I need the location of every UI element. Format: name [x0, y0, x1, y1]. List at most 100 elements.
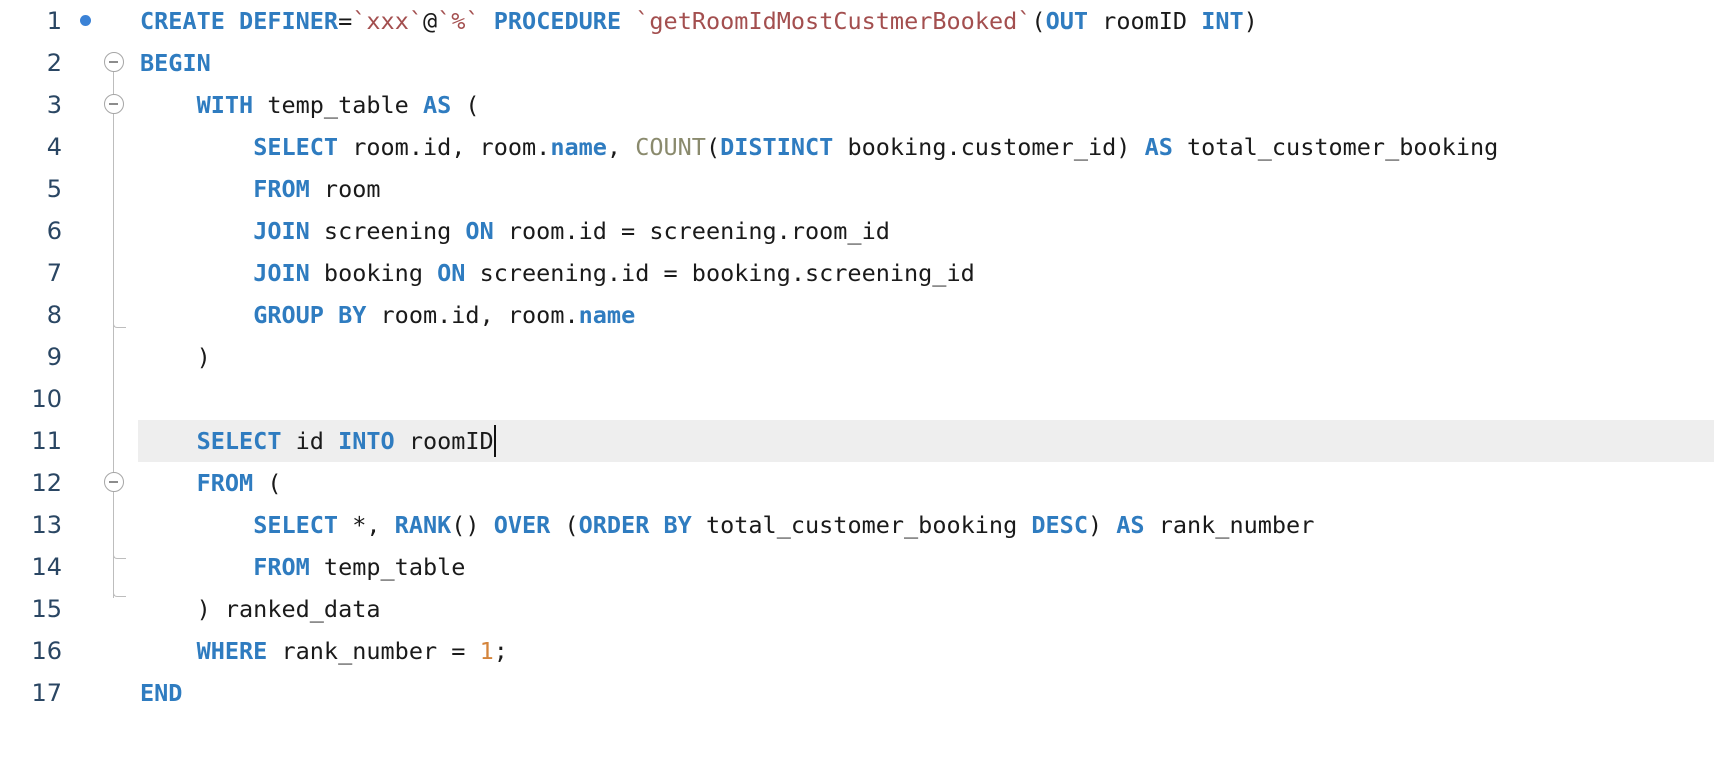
code-token-kw: DESC	[1031, 511, 1088, 539]
code-line[interactable]: 13 SELECT *, RANK() OVER (ORDER BY total…	[0, 504, 1714, 546]
code-line[interactable]: 10	[0, 378, 1714, 420]
code-token-str: `%`	[437, 7, 480, 35]
code-token-prop: name	[550, 133, 607, 161]
line-number[interactable]: 10	[0, 378, 62, 420]
line-number[interactable]: 16	[0, 630, 62, 672]
code-token-plain: roomID	[394, 427, 494, 455]
line-number[interactable]: 7	[0, 252, 62, 294]
code-token-kw: OUT	[1045, 7, 1089, 35]
code-line[interactable]: 16 WHERE rank_number = 1;	[0, 630, 1714, 672]
code-text[interactable]: SELECT id INTO roomID	[138, 420, 1714, 462]
code-token-plain: id	[281, 427, 339, 455]
code-text[interactable]	[138, 378, 1714, 420]
code-line[interactable]: 4 SELECT room.id, room.name, COUNT(DISTI…	[0, 126, 1714, 168]
line-number[interactable]: 15	[0, 588, 62, 630]
code-line[interactable]: 11 SELECT id INTO roomID	[0, 420, 1714, 462]
code-text[interactable]: JOIN screening ON room.id = screening.ro…	[138, 210, 1714, 252]
line-number[interactable]: 5	[0, 168, 62, 210]
line-number[interactable]: 12	[0, 462, 62, 504]
line-number[interactable]: 13	[0, 504, 62, 546]
code-text[interactable]: END	[138, 672, 1714, 714]
code-token-kw: ON	[465, 217, 494, 245]
code-token-kw: DISTINCT	[720, 133, 834, 161]
code-text[interactable]: BEGIN	[138, 42, 1714, 84]
code-line[interactable]: 1 CREATE DEFINER=`xxx`@`%` PROCEDURE `get…	[0, 0, 1714, 42]
line-number[interactable]: 3	[0, 84, 62, 126]
code-text[interactable]: WITH temp_table AS (	[138, 84, 1714, 126]
code-token-plain: room.id, room.	[366, 301, 579, 329]
code-line[interactable]: 15 ) ranked_data	[0, 588, 1714, 630]
code-text[interactable]: CREATE DEFINER=`xxx`@`%` PROCEDURE `getR…	[138, 0, 1714, 42]
code-text[interactable]: SELECT *, RANK() OVER (ORDER BY total_cu…	[138, 504, 1714, 546]
code-token-plain: )	[1243, 7, 1258, 35]
line-number[interactable]: 17	[0, 672, 62, 714]
code-token-fn: COUNT	[635, 133, 706, 161]
code-line[interactable]: 7 JOIN booking ON screening.id = booking…	[0, 252, 1714, 294]
line-number[interactable]: 9	[0, 336, 62, 378]
code-token-plain: (	[1031, 7, 1046, 35]
code-line[interactable]: 9 )	[0, 336, 1714, 378]
line-number[interactable]: 14	[0, 546, 62, 588]
code-text[interactable]: )	[138, 336, 1714, 378]
code-token-plain: ()	[451, 511, 494, 539]
code-line[interactable]: 5 FROM room	[0, 168, 1714, 210]
code-line[interactable]: 2 BEGIN	[0, 42, 1714, 84]
fold-collapse-icon[interactable]	[104, 94, 124, 114]
code-text[interactable]: SELECT room.id, room.name, COUNT(DISTINC…	[138, 126, 1714, 168]
breakpoint-icon[interactable]	[80, 15, 91, 26]
code-token-kw: ON	[437, 259, 466, 287]
code-line[interactable]: 3 WITH temp_table AS (	[0, 84, 1714, 126]
code-token-num: 1	[479, 637, 494, 665]
code-token-plain: ;	[493, 637, 508, 665]
code-token-plain: ) ranked_data	[140, 595, 381, 623]
code-token-plain: total_customer_booking	[691, 511, 1032, 539]
code-line[interactable]: 12 FROM (	[0, 462, 1714, 504]
code-token-str: `xxx`	[352, 7, 423, 35]
code-token-plain: temp_table	[253, 91, 423, 119]
line-number[interactable]: 1	[0, 0, 62, 42]
code-text[interactable]: FROM (	[138, 462, 1714, 504]
code-text[interactable]: JOIN booking ON screening.id = booking.s…	[138, 252, 1714, 294]
code-token-plain: booking.customer_id)	[833, 133, 1145, 161]
code-token-kw: AS	[1116, 511, 1145, 539]
code-text[interactable]: GROUP BY room.id, room.name	[138, 294, 1714, 336]
code-token-kw: FROM	[253, 553, 310, 581]
code-line[interactable]: 17 END	[0, 672, 1714, 714]
code-text[interactable]: FROM room	[138, 168, 1714, 210]
line-number[interactable]: 2	[0, 42, 62, 84]
line-number[interactable]: 8	[0, 294, 62, 336]
code-token-plain: screening	[309, 217, 466, 245]
code-token-kw: FROM	[196, 469, 254, 497]
code-token-plain: total_customer_booking	[1172, 133, 1499, 161]
code-token-plain: room.id = screening.room_id	[493, 217, 890, 245]
fold-collapse-icon[interactable]	[104, 472, 124, 492]
code-text[interactable]: FROM temp_table	[138, 546, 1714, 588]
line-number[interactable]: 4	[0, 126, 62, 168]
line-number[interactable]: 11	[0, 420, 62, 462]
fold-collapse-icon[interactable]	[104, 52, 124, 72]
code-token-kw: OVER	[493, 511, 551, 539]
code-token-kw: SELECT	[253, 133, 339, 161]
code-editor[interactable]: 1 CREATE DEFINER=`xxx`@`%` PROCEDURE `get…	[0, 0, 1714, 766]
code-token-kw: BY	[338, 301, 367, 329]
code-token-plain: booking	[309, 259, 438, 287]
code-line[interactable]: 6 JOIN screening ON room.id = screening.…	[0, 210, 1714, 252]
code-line[interactable]: 14 FROM temp_table	[0, 546, 1714, 588]
code-text[interactable]: WHERE rank_number = 1;	[138, 630, 1714, 672]
code-text[interactable]: ) ranked_data	[138, 588, 1714, 630]
line-number[interactable]: 6	[0, 210, 62, 252]
code-token-kw: BEGIN	[140, 49, 211, 77]
code-line[interactable]: 8 GROUP BY room.id, room.name	[0, 294, 1714, 336]
code-token-kw: INT	[1201, 7, 1244, 35]
code-token-plain: )	[140, 343, 211, 371]
